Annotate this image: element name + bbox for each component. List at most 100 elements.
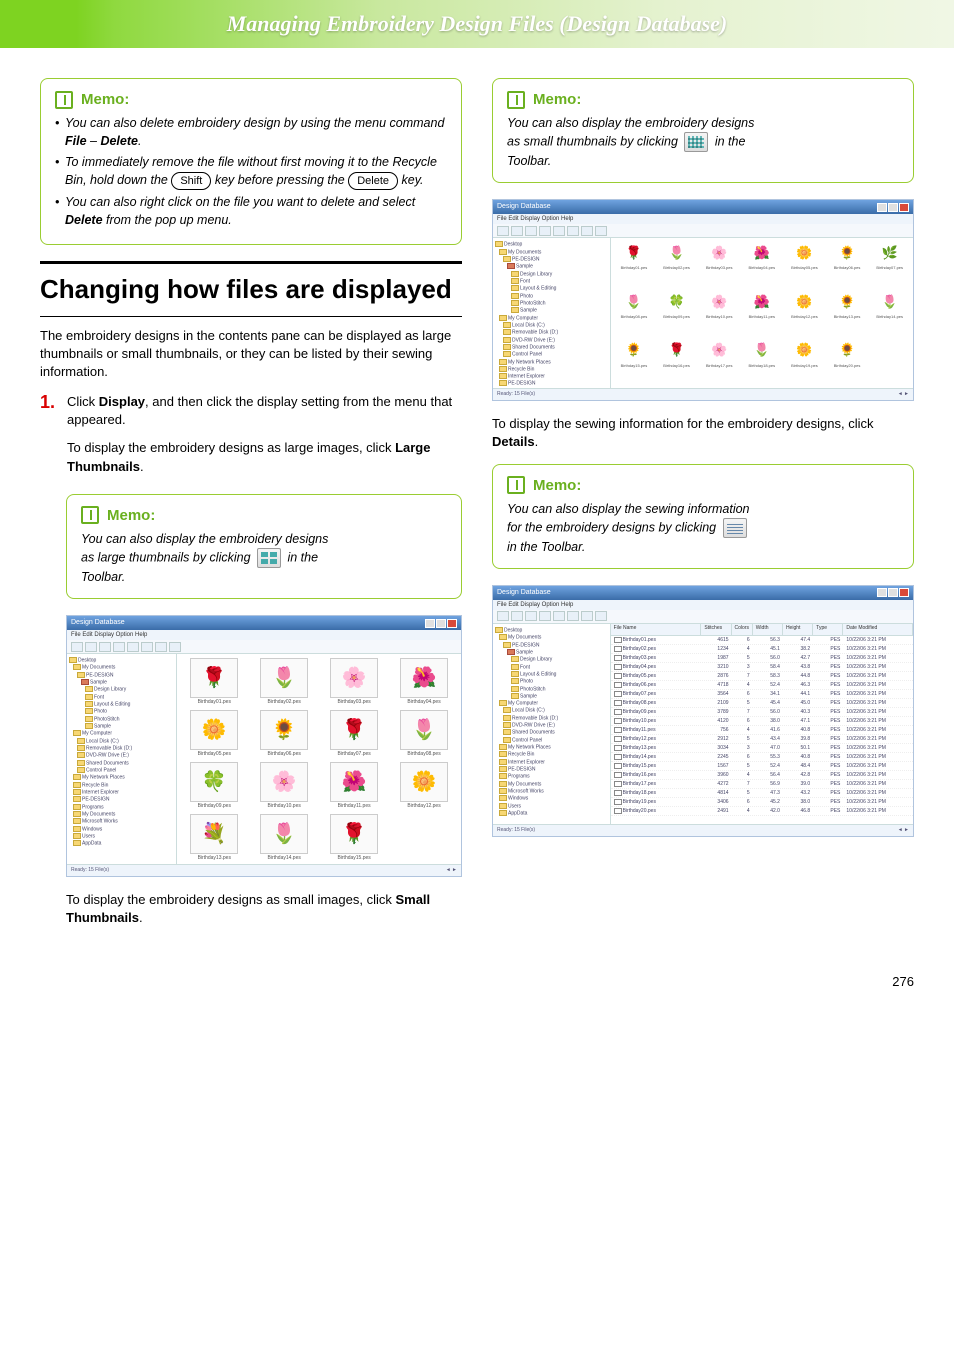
memo-body: You can also delete embroidery design by… — [55, 114, 447, 229]
intro-paragraph: The embroidery designs in the contents p… — [40, 327, 462, 382]
tree-item: Internet Explorer — [495, 373, 608, 380]
thumbnail-image: 🌼 — [792, 340, 816, 362]
thumbnail-caption: Birthday08.pes — [621, 314, 648, 320]
tree-item: My Documents — [69, 811, 174, 818]
thumbnail-image: 🌺 — [330, 762, 378, 802]
thumbnail-caption: Birthday12.pes — [407, 803, 440, 810]
step-number: 1. — [40, 393, 55, 486]
thumbnail-image: 🌼 — [400, 762, 448, 802]
tree-item: Sample — [69, 723, 174, 730]
thumbnail-large: 🌷Birthday14.pes — [251, 814, 317, 862]
table-row: Birthday16.pes3960456.442.8PES10/22/06 3… — [611, 771, 913, 780]
table-row: Birthday15.pes1567552.448.4PES10/22/06 3… — [611, 762, 913, 771]
thumbnail-large: 🌹Birthday07.pes — [321, 710, 387, 758]
table-row: Birthday08.pes2109545.445.0PES10/22/06 3… — [611, 699, 913, 708]
memo-large-wrapper: Memo: You can also display the embroider… — [66, 494, 462, 599]
toolbar — [493, 224, 913, 238]
thumbnail-caption: Birthday12.pes — [791, 314, 818, 320]
thumbnail-caption: Birthday18.pes — [748, 363, 775, 369]
thumbnail-image: 💐 — [190, 814, 238, 854]
table-row: Birthday02.pes1234445.138.2PES10/22/06 3… — [611, 645, 913, 654]
memo-body: You can also display the embroidery desi… — [507, 114, 899, 170]
column-header: File Name — [611, 624, 702, 635]
tree-item: Design Library — [495, 271, 608, 278]
book-icon — [507, 476, 525, 494]
tree-item: My Documents — [495, 781, 608, 788]
memo-body: You can also display the sewing informat… — [507, 500, 899, 556]
thumbnail-image: 🌸 — [707, 242, 731, 264]
tree-item: Sample — [495, 649, 608, 656]
tree-item: DVD-RW Drive (E:) — [495, 337, 608, 344]
memo-bullet-1: You can also delete embroidery design by… — [55, 114, 447, 150]
screenshot-small-thumbnails: Design Database File Edit Display Option… — [492, 199, 914, 401]
tree-item: Control Panel — [495, 737, 608, 744]
thumbnail-image: 🌸 — [707, 291, 731, 313]
thumbnail-caption: Birthday03.pes — [706, 265, 733, 271]
window-titlebar: Design Database — [493, 200, 913, 214]
thumbnail-image: 🌹 — [190, 658, 238, 698]
section-heading: Changing how files are displayed — [40, 261, 462, 316]
tree-item: My Network Places — [495, 359, 608, 366]
tree-item: Layout & Editing — [69, 701, 174, 708]
table-row: Birthday09.pes3789756.040.3PES10/22/06 3… — [611, 708, 913, 717]
thumbnail-image: 🌼 — [792, 291, 816, 313]
tree-item: My Network Places — [69, 774, 174, 781]
thumbnail-small: 🍀Birthday09.pes — [657, 291, 696, 336]
large-thumbnails-icon — [257, 548, 281, 568]
table-row: Birthday12.pes2912543.439.8PES10/22/06 3… — [611, 735, 913, 744]
tree-item: PhotoStitch — [69, 716, 174, 723]
thumbnail-caption: Birthday14.pes — [268, 855, 301, 862]
window-buttons — [877, 588, 909, 597]
thumbnail-small: 🌻Birthday06.pes — [828, 242, 867, 287]
content-pane-small: 🌹Birthday01.pes🌷Birthday02.pes🌸Birthday0… — [611, 238, 913, 388]
thumbnail-image: 🌼 — [792, 242, 816, 264]
thumbnail-caption: Birthday15.pes — [337, 855, 370, 862]
memo-bullet-2: To immediately remove the file without f… — [55, 153, 447, 190]
tree-item: Desktop — [495, 627, 608, 634]
thumbnail-small: 🌸Birthday10.pes — [700, 291, 739, 336]
thumbnail-small: 🌼Birthday19.pes — [785, 340, 824, 385]
tree-item: Removable Disk (D:) — [495, 715, 608, 722]
tree-item: AppData — [495, 810, 608, 817]
menubar: File Edit Display Option Help — [493, 214, 913, 224]
small-thumbnails-icon — [684, 132, 708, 152]
memo-title: Memo: — [55, 89, 447, 110]
memo-body: You can also display the embroidery desi… — [81, 530, 447, 586]
tree-item: PE-DESIGN — [495, 642, 608, 649]
column-header: Width — [753, 624, 783, 635]
tree-item: PE-DESIGN — [69, 796, 174, 803]
tree-pane: DesktopMy DocumentsPE-DESIGNSampleDesign… — [493, 238, 611, 388]
tree-item: Microsoft Works — [495, 788, 608, 795]
thumbnail-small: 🌻Birthday20.pes — [828, 340, 867, 385]
thumbnail-small: 🌹Birthday01.pes — [615, 242, 654, 287]
tree-item: DVD-RW Drive (E:) — [69, 752, 174, 759]
statusbar: Ready: 15 File(s)◄ ► — [493, 388, 913, 400]
thumbnail-caption: Birthday02.pes — [268, 699, 301, 706]
thumbnail-caption: Birthday11.pes — [338, 803, 371, 810]
table-row: Birthday13.pes3034347.050.1PES10/22/06 3… — [611, 744, 913, 753]
table-row: Birthday03.pes1987556.042.7PES10/22/06 3… — [611, 654, 913, 663]
thumbnail-caption: Birthday08.pes — [407, 751, 440, 758]
thumbnail-image: 🍀 — [665, 291, 689, 313]
tree-item: Sample — [69, 679, 174, 686]
tree-item: PE-DESIGN — [495, 380, 608, 387]
tree-item: DVD-RW Drive (E:) — [495, 722, 608, 729]
tree-item: My Documents — [495, 249, 608, 256]
memo-label: Memo: — [533, 475, 581, 496]
thumbnail-large: 🌺Birthday04.pes — [391, 658, 457, 706]
detail-header: File NameStitchesColorsWidthHeightTypeDa… — [611, 624, 913, 636]
small-thumbnails-para: To display the embroidery designs as sma… — [66, 891, 462, 927]
thumbnail-large: 🌹Birthday15.pes — [321, 814, 387, 862]
thumbnail-image: 🌻 — [622, 340, 646, 362]
tree-item: My Computer — [495, 315, 608, 322]
tree-item: Shared Documents — [495, 344, 608, 351]
window-body: DesktopMy DocumentsPE-DESIGNSampleDesign… — [493, 238, 913, 388]
statusbar: Ready: 15 File(s)◄ ► — [67, 864, 461, 876]
memo-large-thumbnails: Memo: You can also display the embroider… — [66, 494, 462, 599]
memo-title: Memo: — [507, 475, 899, 496]
column-header: Date Modified — [843, 624, 913, 635]
book-icon — [507, 91, 525, 109]
table-row: Birthday04.pes3210358.443.8PES10/22/06 3… — [611, 663, 913, 672]
thumbnail-large: 💐Birthday13.pes — [181, 814, 247, 862]
thumbnail-small: 🌺Birthday11.pes — [742, 291, 781, 336]
